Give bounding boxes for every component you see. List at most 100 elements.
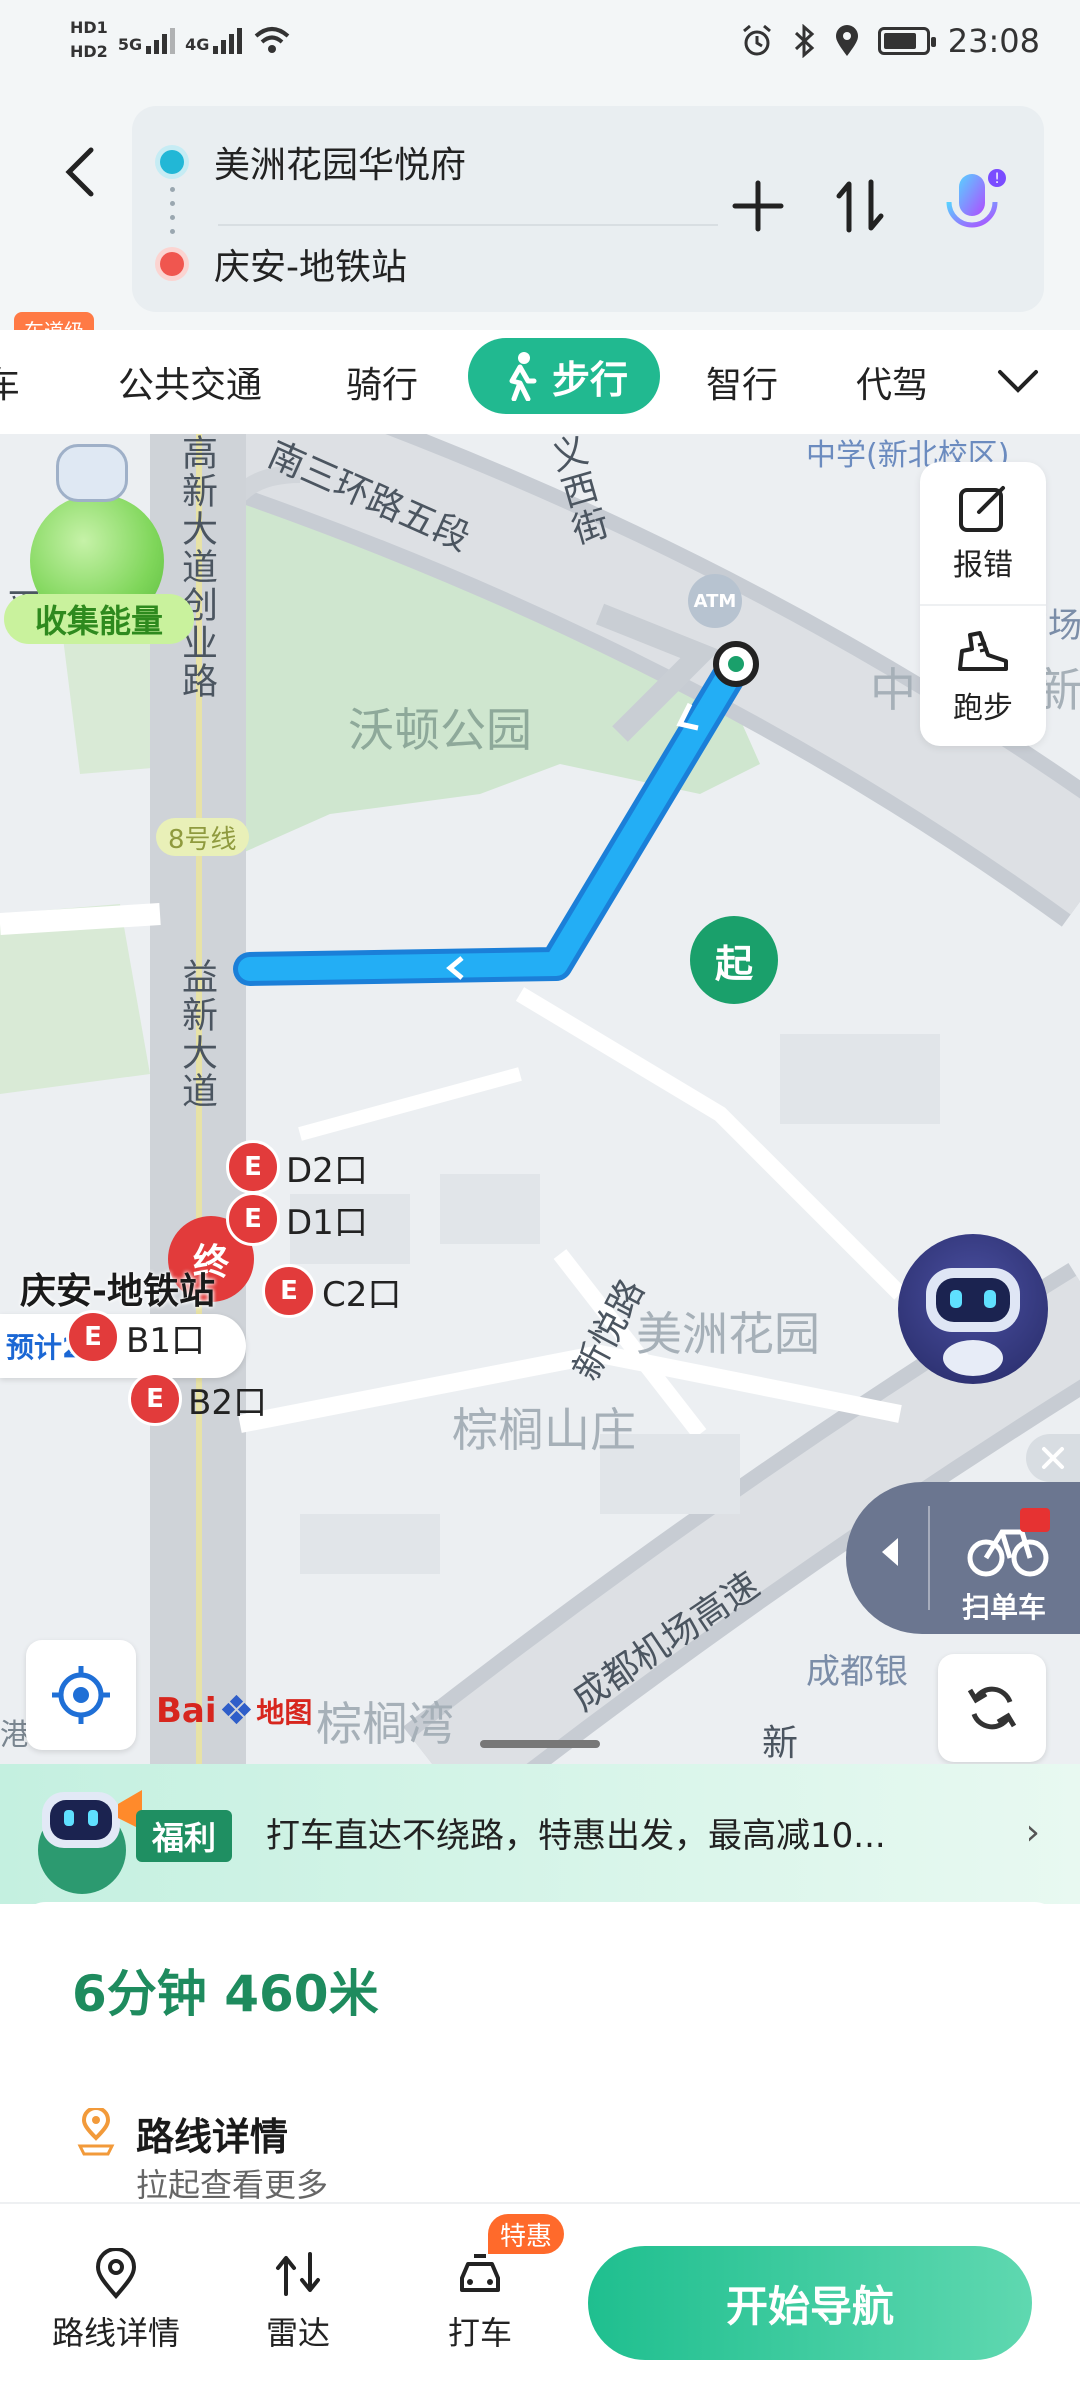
assistant-robot-button[interactable] (898, 1234, 1048, 1384)
promo-tag: 福利 (136, 1810, 233, 1862)
sheet-drag-handle[interactable] (480, 1740, 600, 1748)
origin-field[interactable]: 美洲花园华悦府 (160, 114, 760, 210)
exit-b2-label: B2口 (188, 1382, 267, 1423)
tab-bike-label: 骑行 (346, 365, 419, 406)
map-view[interactable]: 高新大道创业路 益新大道 南三环路五段 平寺路 义西街 新悦路 成都机场高速 新… (0, 434, 1080, 1764)
start-navigation-button[interactable]: 开始导航 (588, 2246, 1032, 2360)
crosshair-icon (52, 1666, 110, 1724)
route-detail-subtitle: 拉起查看更多 (136, 2166, 329, 2204)
exit-marker-icon: E (128, 1372, 182, 1426)
hd2-label: HD2 (70, 42, 108, 61)
atm-poi-icon: ATM (688, 574, 742, 628)
bottom-bar: 路线详情 雷达 特惠 打车 开始导航 (0, 2202, 1080, 2400)
refresh-route-button[interactable] (938, 1654, 1046, 1762)
origin-dot-icon (160, 150, 184, 174)
voice-input-button[interactable]: ! (936, 162, 1012, 250)
exit-marker-icon: E (66, 1310, 120, 1364)
start-pin-icon: 起 (690, 916, 778, 1004)
taxi-button[interactable]: 打车 (448, 2248, 512, 2354)
exit-b1-label: B1口 (126, 1320, 205, 1361)
tab-transit[interactable]: 公共交通 (118, 330, 262, 434)
tab-bike[interactable]: 骑行 (346, 330, 418, 434)
refresh-icon (967, 1686, 1017, 1730)
exit-d2[interactable]: E D2口 (226, 1140, 368, 1194)
tab-walk-label: 步行 (551, 357, 628, 402)
taxi-icon (460, 2254, 500, 2292)
locate-me-button[interactable] (26, 1640, 136, 1750)
running-shoe-icon (958, 631, 1008, 671)
baidu-map-logo: Bai ❖ 地图 (156, 1688, 312, 1734)
exit-b1[interactable]: E B1口 (66, 1310, 205, 1364)
logo-text: Bai (156, 1691, 217, 1731)
road-label-xin: 新 (762, 1723, 799, 1764)
mode-tabs: 车 公共交通 骑行 步行 智行 代驾 (0, 330, 1080, 434)
net1-label: 5G (117, 35, 143, 54)
scan-bike-label: 扫单车 (962, 1591, 1047, 1624)
more-modes-button[interactable] (996, 330, 1040, 434)
bluetooth-icon (794, 24, 815, 58)
running-button[interactable]: 跑步 (920, 604, 1046, 746)
tab-walk[interactable]: 步行 (468, 338, 660, 414)
route-detail-title[interactable]: 路线详情 (136, 2106, 288, 2161)
scan-bike-button[interactable]: 扫单车 (846, 1482, 1080, 1634)
close-widget-button[interactable] (1026, 1434, 1080, 1482)
taxi-label: 打车 (448, 2314, 513, 2352)
exit-d1[interactable]: E D1口 (226, 1192, 368, 1246)
status-bar: HD1 HD2 5G 4G 23:08 (0, 0, 1080, 92)
robot-megaphone-icon (38, 1790, 142, 1894)
route-summary-sheet[interactable]: 6分钟 460米 路线详情 拉起查看更多 (18, 1902, 1062, 2204)
swap-icon (836, 179, 884, 233)
clock: 23:08 (947, 22, 1040, 60)
promo-banner[interactable]: 福利 打车直达不绕路，特惠出发，最高减10... › (0, 1764, 1080, 1904)
chevron-left-icon (65, 147, 94, 197)
status-left: HD1 HD2 5G 4G (70, 18, 292, 62)
route-summary: 6分钟 460米 (72, 1965, 379, 2023)
add-waypoint-button[interactable] (720, 162, 796, 250)
route-details-button[interactable]: 路线详情 (52, 2248, 180, 2354)
wifi-icon (255, 27, 290, 53)
destination-field[interactable]: 庆安-地铁站 (160, 216, 760, 312)
running-label: 跑步 (953, 691, 1013, 726)
exit-c2[interactable]: E C2口 (262, 1264, 401, 1318)
station-name: 庆安-地铁站 (20, 1271, 215, 1312)
tab-driver-label: 代驾 (856, 365, 929, 406)
swap-route-button[interactable] (822, 162, 898, 250)
exit-marker-icon: E (262, 1264, 316, 1318)
paw-icon: ❖ (218, 1688, 255, 1734)
tab-smart[interactable]: 智行 (706, 330, 778, 434)
plus-icon (732, 180, 784, 232)
radar-button[interactable]: 雷达 (266, 2248, 330, 2354)
place-label-park: 沃顿公园 (348, 703, 532, 757)
back-button[interactable] (50, 132, 110, 212)
tab-transit-label: 公共交通 (118, 365, 263, 406)
collapse-arrow-icon (882, 1538, 898, 1566)
tab-designated-driver[interactable]: 代驾 (856, 330, 928, 434)
signal-5g: 5G (117, 26, 176, 54)
walking-icon (509, 352, 537, 401)
hd-indicator: HD1 HD2 (70, 18, 108, 62)
tab-drive[interactable]: 车 (0, 330, 20, 434)
place-label-zonglv: 棕榈山庄 (452, 1403, 636, 1457)
microphone-icon: ! (946, 169, 1006, 238)
logo-text-2: 地图 (256, 1696, 313, 1729)
exit-b2[interactable]: E B2口 (128, 1372, 267, 1426)
map-side-tools: 报错 跑步 (920, 462, 1046, 746)
route-header: 美洲花园华悦府 庆安-地铁站 ! (0, 92, 1080, 330)
metro-line-badge: 8号线 (156, 818, 249, 856)
radar-label: 雷达 (266, 2314, 331, 2352)
exit-d1-label: D1口 (286, 1202, 368, 1243)
exit-marker-icon: E (226, 1192, 280, 1246)
report-error-button[interactable]: 报错 (920, 462, 1046, 604)
close-icon (1042, 1447, 1064, 1469)
route-details-label: 路线详情 (52, 2314, 181, 2352)
location-pin-icon (77, 2108, 115, 2156)
hd1-label: HD1 (70, 18, 108, 37)
map-pin-icon (95, 2248, 137, 2300)
place-label-zonglv-bay: 棕榈湾 (316, 1697, 454, 1751)
robot-icon (56, 444, 128, 502)
battery-icon (877, 27, 936, 55)
chevron-down-icon (998, 370, 1038, 393)
collect-energy-widget[interactable]: 收集能量 (0, 444, 200, 664)
signal-bars-icon (146, 26, 176, 54)
alarm-icon (742, 24, 771, 56)
